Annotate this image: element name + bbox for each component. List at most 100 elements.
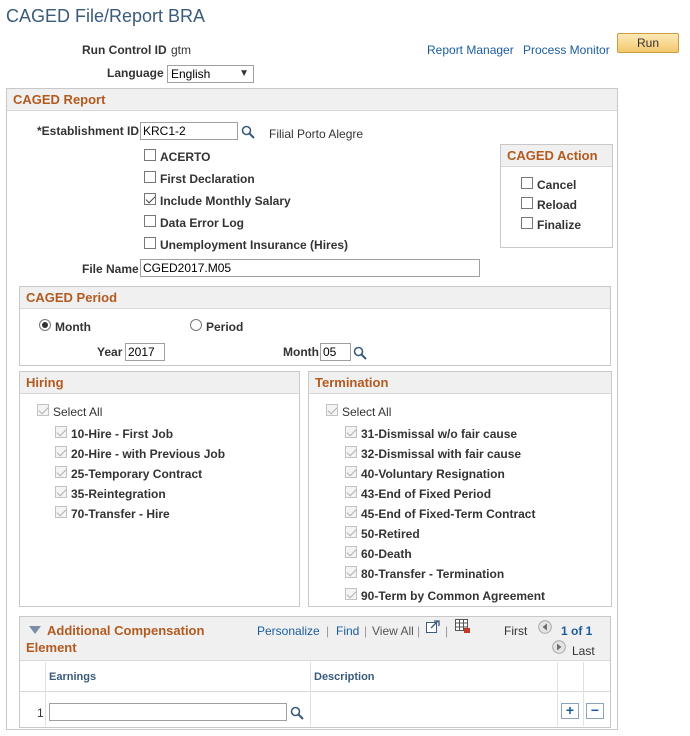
report-manager-link[interactable]: Report Manager [427, 43, 514, 57]
last-label: Last [572, 644, 595, 658]
termination-item-checkbox[interactable] [345, 526, 357, 538]
hiring-item-label: 35-Reintegration [71, 487, 166, 501]
finalize-checkbox[interactable] [521, 217, 533, 229]
hiring-item-checkbox[interactable] [55, 426, 67, 438]
earnings-input[interactable] [49, 703, 287, 721]
establishment-label: *Establishment ID [37, 124, 140, 138]
delete-row-button[interactable]: − [586, 703, 604, 719]
run-control-value: gtm [171, 43, 192, 57]
search-icon[interactable] [290, 706, 304, 720]
termination-item-label: 40-Voluntary Resignation [361, 467, 505, 481]
separator: | [417, 624, 421, 638]
month-radio[interactable] [39, 319, 51, 331]
caged-period-header: CAGED Period [20, 287, 610, 309]
unemployment-insurance-label: Unemployment Insurance (Hires) [160, 238, 349, 252]
language-label: Language [107, 66, 164, 80]
file-name-label: File Name [82, 262, 139, 276]
file-name-input[interactable]: CGED2017.M05 [140, 259, 480, 277]
download-spreadsheet-icon[interactable] [455, 619, 471, 634]
termination-item-checkbox[interactable] [345, 486, 357, 498]
cancel-checkbox[interactable] [521, 177, 533, 189]
description-column-header[interactable]: Description [314, 671, 375, 683]
termination-item-label: 45-End of Fixed-Term Contract [361, 507, 536, 521]
hiring-item-label: 25-Temporary Contract [71, 467, 203, 481]
month-radio-label: Month [55, 320, 91, 334]
termination-item-checkbox[interactable] [345, 588, 357, 600]
process-monitor-link[interactable]: Process Monitor [523, 43, 610, 57]
previous-icon[interactable] [538, 620, 552, 634]
search-icon[interactable] [353, 346, 367, 360]
year-label: Year [97, 345, 123, 359]
month-label: Month [283, 345, 319, 359]
page-title: CAGED File/Report BRA [6, 6, 206, 26]
establishment-input[interactable]: KRC1-2 [140, 122, 238, 140]
termination-item-checkbox[interactable] [345, 466, 357, 478]
earnings-column-header[interactable]: Earnings [49, 671, 96, 683]
new-window-icon[interactable] [426, 620, 440, 633]
column-divider [45, 662, 46, 726]
termination-item-checkbox[interactable] [345, 506, 357, 518]
cancel-label: Cancel [537, 178, 577, 192]
next-icon[interactable] [552, 640, 566, 654]
language-select[interactable]: English ▼ [167, 65, 254, 83]
unemployment-insurance-checkbox[interactable] [144, 237, 156, 249]
caged-action-header: CAGED Action [501, 145, 612, 167]
period-radio[interactable] [190, 319, 202, 331]
plus-icon: + [565, 702, 575, 718]
hiring-item-label: 20-Hire - with Previous Job [71, 447, 226, 461]
first-declaration-checkbox[interactable] [144, 171, 156, 183]
collapse-triangle-icon[interactable] [29, 626, 41, 635]
caged-action-group: CAGED Action [500, 144, 613, 248]
hiring-item-checkbox[interactable] [55, 446, 67, 458]
termination-item-checkbox[interactable] [345, 546, 357, 558]
year-input[interactable]: 2017 [125, 343, 165, 361]
separator: | [445, 624, 449, 638]
period-radio-label: Period [206, 320, 244, 334]
column-divider [583, 662, 584, 726]
hiring-item-checkbox[interactable] [55, 506, 67, 518]
addl-comp-title-line1: Additional Compensation [47, 623, 205, 638]
include-monthly-salary-checkbox[interactable] [144, 193, 156, 205]
first-declaration-label: First Declaration [160, 172, 255, 186]
establishment-description: Filial Porto Alegre [269, 127, 364, 141]
termination-item-checkbox[interactable] [345, 566, 357, 578]
add-row-button[interactable]: + [561, 703, 579, 719]
month-input[interactable]: 05 [320, 343, 351, 361]
find-link[interactable]: Find [336, 624, 359, 638]
run-button[interactable]: Run [617, 33, 679, 53]
hiring-item-checkbox[interactable] [55, 486, 67, 498]
separator: | [326, 624, 330, 638]
termination-item-checkbox[interactable] [345, 446, 357, 458]
hiring-item-label: 70-Transfer - Hire [71, 507, 170, 521]
termination-item-label: 80-Transfer - Termination [361, 567, 505, 581]
addl-comp-title-line2: Element [26, 640, 77, 655]
chevron-down-icon: ▼ [239, 68, 249, 79]
reload-label: Reload [537, 198, 578, 212]
column-divider [557, 662, 558, 726]
language-value: English [171, 67, 211, 81]
run-control-label: Run Control ID [82, 43, 167, 57]
termination-select-all-checkbox[interactable] [326, 404, 338, 416]
termination-item-label: 31-Dismissal w/o fair cause [361, 427, 518, 441]
view-all-link[interactable]: View All [372, 624, 414, 638]
finalize-label: Finalize [537, 218, 582, 232]
hiring-select-all-checkbox[interactable] [37, 404, 49, 416]
row-number: 1 [37, 706, 44, 720]
termination-item-label: 43-End of Fixed Period [361, 487, 492, 501]
include-monthly-salary-label: Include Monthly Salary [160, 194, 291, 208]
hiring-item-checkbox[interactable] [55, 466, 67, 478]
separator: | [364, 624, 368, 638]
termination-item-label: 60-Death [361, 547, 412, 561]
reload-checkbox[interactable] [521, 197, 533, 209]
hiring-header: Hiring [20, 372, 299, 394]
acerto-checkbox[interactable] [144, 149, 156, 161]
hiring-item-label: 10-Hire - First Job [71, 427, 174, 441]
column-divider [310, 662, 311, 726]
hiring-select-all-label: Select All [53, 405, 103, 419]
search-icon[interactable] [241, 125, 255, 139]
termination-select-all-label: Select All [342, 405, 392, 419]
termination-item-label: 32-Dismissal with fair cause [361, 447, 522, 461]
personalize-link[interactable]: Personalize [257, 624, 320, 638]
termination-item-checkbox[interactable] [345, 426, 357, 438]
data-error-log-checkbox[interactable] [144, 215, 156, 227]
